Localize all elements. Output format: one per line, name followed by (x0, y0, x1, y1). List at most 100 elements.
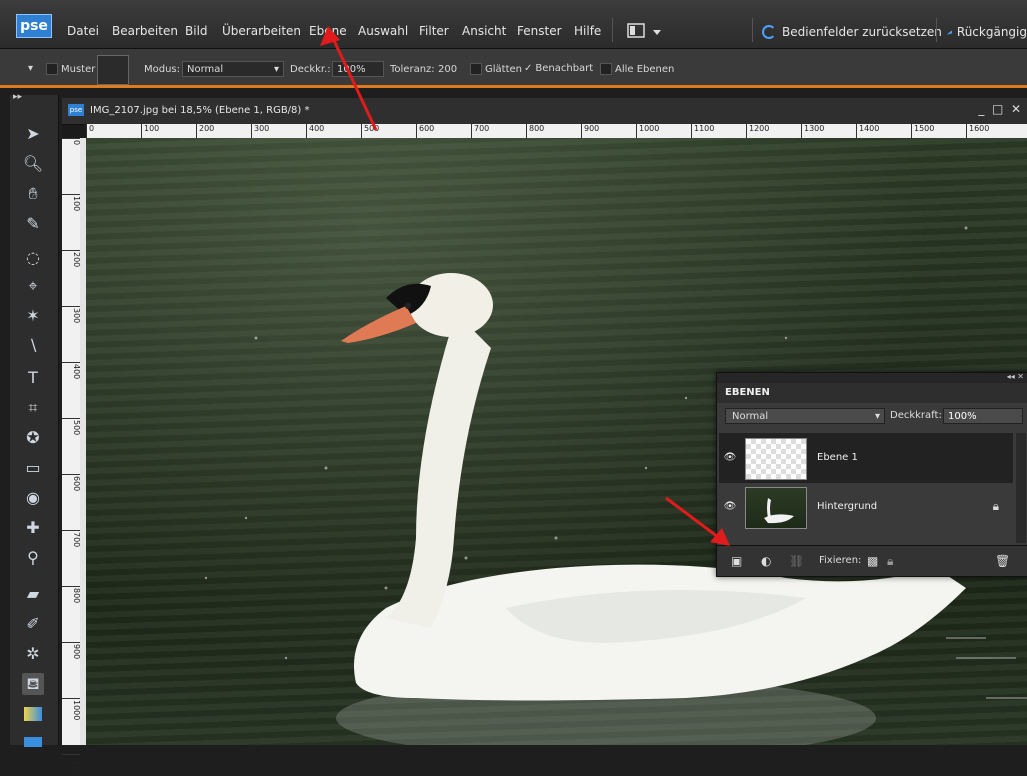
document-title: IMG_2107.jpg bei 18,5% (Ebene 1, RGB/8) … (90, 105, 310, 116)
layers-panel: ◂◂ ✕ EBENEN Normal ▾ Deckkraft: 100% 👁︎ E… (716, 372, 1027, 577)
clone-stamp-icon[interactable]: ⚲ (22, 547, 44, 569)
layer-thumbnail (745, 487, 807, 529)
reset-icon (762, 25, 776, 39)
paint-bucket-icon[interactable]: ⛾ (22, 673, 44, 695)
document-tab[interactable]: pse IMG_2107.jpg bei 18,5% (Ebene 1, RGB… (62, 98, 1027, 125)
pse-file-icon: pse (68, 104, 84, 116)
ruler-tick: 1100 (62, 754, 81, 776)
reset-panels-label: Bedienfelder zurücksetzen (782, 25, 942, 39)
quick-selection-icon[interactable]: ∖ (22, 335, 44, 357)
modus-label: Modus: (144, 64, 181, 75)
benachbart-option[interactable]: ✓ Benachbart (524, 63, 593, 74)
brush-icon[interactable]: ✐ (22, 613, 44, 635)
marquee-icon[interactable]: ◌ (22, 247, 44, 269)
link-layers-icon[interactable]: ⛓ (789, 554, 804, 568)
maximize-icon[interactable]: □ (992, 102, 1003, 116)
menu-datei[interactable]: Datei (67, 24, 99, 38)
layout-dropdown-button[interactable] (626, 21, 666, 43)
trash-icon[interactable]: 🗑︎ (995, 554, 1010, 568)
ruler-tick: 0 (62, 138, 81, 145)
shape-icon[interactable] (22, 731, 44, 753)
cookie-cutter-icon[interactable]: ✪ (22, 427, 44, 449)
layer-row-hintergrund[interactable]: 👁︎ Hintergrund 🔒︎ (719, 482, 1013, 531)
magic-wand-icon[interactable]: ✶ (22, 305, 44, 327)
ruler-tick: 200 (196, 124, 214, 138)
zoom-icon[interactable]: 🔍︎ (22, 153, 44, 175)
modus-select[interactable]: Normal ▾ (182, 61, 284, 77)
adjustment-layer-icon[interactable]: ◐ (761, 554, 771, 568)
menu-bar: pse Datei Bearbeiten Bild Überarbeiten E… (0, 0, 1027, 49)
eyedropper-icon[interactable]: ✎ (22, 213, 44, 235)
pattern-swatch[interactable] (97, 55, 129, 85)
benachbart-label: Benachbart (535, 63, 594, 74)
menu-ueberarbeiten[interactable]: Überarbeiten (222, 24, 301, 38)
panel-topbar: ◂◂ ✕ (717, 372, 1027, 383)
ruler-tick: 600 (416, 124, 434, 138)
ruler-tick: 1200 (746, 124, 769, 138)
spot-healing-icon[interactable]: ✚ (22, 517, 44, 539)
fix-label: Fixieren: (819, 555, 862, 566)
ruler-tick: 100 (62, 194, 81, 211)
tool-preset-dropdown[interactable]: ▾ (28, 63, 33, 74)
chevron-down-icon: ▾ (874, 411, 880, 422)
lasso-icon[interactable]: ⌖ (22, 275, 44, 297)
hand-icon[interactable]: ✋︎ (22, 183, 44, 205)
layer-name: Ebene 1 (817, 452, 858, 463)
menu-fenster[interactable]: Fenster (517, 24, 562, 38)
muster-option[interactable]: Muster (46, 63, 95, 75)
chevron-down-icon: ▾ (273, 64, 279, 75)
opacity-input[interactable]: 100% (943, 408, 1023, 424)
ruler-tick: 1000 (636, 124, 659, 138)
eraser-icon[interactable]: ▰ (22, 583, 44, 605)
checkmark-icon[interactable]: ✓ (524, 63, 532, 74)
menu-hilfe[interactable]: Hilfe (574, 24, 601, 38)
muster-checkbox[interactable] (46, 63, 58, 75)
panel-scrollbar[interactable] (1016, 433, 1026, 543)
smart-brush-icon[interactable]: ✲ (22, 643, 44, 665)
glaetten-checkbox[interactable] (470, 63, 482, 75)
gradient-icon[interactable] (22, 703, 44, 725)
blend-mode-select[interactable]: Normal ▾ (725, 408, 885, 424)
type-icon[interactable]: T (22, 367, 44, 389)
muster-label: Muster (61, 64, 96, 75)
close-icon[interactable]: ✕ (1011, 102, 1021, 116)
ruler-tick: 500 (62, 418, 81, 435)
lock-transparency-icon[interactable]: ▩ (867, 554, 878, 568)
new-layer-icon[interactable]: ▣ (731, 554, 742, 568)
straighten-icon[interactable]: ▭ (22, 457, 44, 479)
menu-bearbeiten[interactable]: Bearbeiten (112, 24, 178, 38)
lock-icon: 🔒︎ (992, 499, 999, 513)
crop-icon[interactable]: ⌗ (22, 397, 44, 419)
collapse-panel-icon[interactable]: ◂◂ ✕ (1007, 372, 1024, 381)
alle-ebenen-option[interactable]: Alle Ebenen (600, 63, 674, 75)
collapse-toolbox-icon[interactable]: ▸▸ (13, 92, 22, 102)
glaetten-option[interactable]: Glätten (470, 63, 522, 75)
alle-ebenen-checkbox[interactable] (600, 63, 612, 75)
vertical-ruler: 0 100 200 300 400 500 600 700 800 900 1000 1100 (62, 138, 81, 776)
reset-panels-button[interactable]: Bedienfelder zurücksetzen (762, 21, 942, 43)
menu-bild[interactable]: Bild (185, 24, 208, 38)
lock-all-icon[interactable]: 🔒︎ (887, 554, 893, 569)
ruler-tick: 400 (62, 362, 81, 379)
ruler-tick: 900 (62, 642, 81, 659)
toleranz-input[interactable]: 200 (438, 64, 457, 75)
annotation-arrow-menu (320, 26, 378, 131)
ruler-tick: 800 (526, 124, 544, 138)
ruler-tick: 1600 (966, 124, 989, 138)
glaetten-label: Glätten (485, 64, 522, 75)
menu-separator (612, 18, 613, 42)
app-logo: pse (16, 14, 52, 38)
layer-row-ebene-1[interactable]: 👁︎ Ebene 1 (719, 433, 1013, 482)
toleranz-label: Toleranz: (390, 64, 435, 75)
undo-button[interactable]: Rückgängig (944, 21, 1027, 43)
ruler-tick: 200 (62, 250, 81, 267)
eye-icon[interactable]: 👁︎ (723, 452, 737, 464)
ruler-tick: 300 (251, 124, 269, 138)
move-icon[interactable]: ➤ (22, 123, 44, 145)
red-eye-icon[interactable]: ◉ (22, 487, 44, 509)
panel-footer: ▣ ◐ ⛓ Fixieren: ▩ 🔒︎ 🗑︎ (717, 545, 1027, 576)
horizontal-ruler: 0 100 200 300 400 500 600 700 800 900 1000 1100 1200… (86, 124, 1027, 138)
menu-ansicht[interactable]: Ansicht (462, 24, 506, 38)
menu-filter[interactable]: Filter (419, 24, 449, 38)
minimize-icon[interactable]: _ (978, 102, 984, 116)
